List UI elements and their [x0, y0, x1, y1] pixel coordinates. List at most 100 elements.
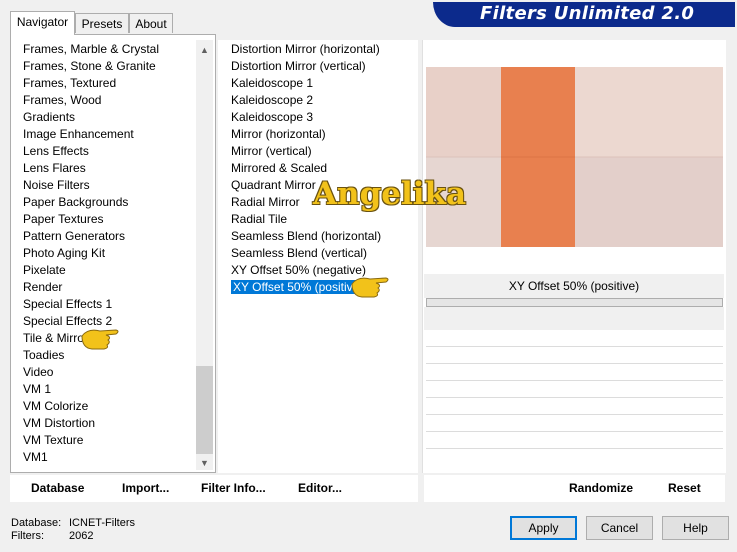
scroll-down-arrow-icon[interactable]: ▼: [196, 455, 213, 472]
list-item-label: Radial Tile: [231, 212, 288, 226]
list-item-label: Gradients: [23, 110, 76, 124]
list-item-label: Pixelate: [23, 263, 66, 277]
category-item[interactable]: VM Colorize: [23, 398, 193, 415]
pointing-hand-icon: [81, 329, 119, 350]
list-item-label: VM1: [23, 450, 48, 464]
category-item[interactable]: Frames, Wood: [23, 92, 193, 109]
list-item-label: Pattern Generators: [23, 229, 126, 243]
parameter-row: [424, 307, 724, 330]
divider: [426, 363, 723, 364]
list-item-label: Radial Mirror: [231, 195, 300, 209]
list-item-label: VM Distortion: [23, 416, 96, 430]
category-item[interactable]: Lens Flares: [23, 160, 193, 177]
preview-graphic: [426, 67, 723, 247]
list-item-label: Mirrored & Scaled: [231, 161, 328, 175]
list-item-label: VM Colorize: [23, 399, 89, 413]
category-item[interactable]: Frames, Textured: [23, 75, 193, 92]
category-item[interactable]: Video: [23, 364, 193, 381]
list-item-label: Video: [23, 365, 54, 379]
list-item-label: Seamless Blend (horizontal): [231, 229, 382, 243]
list-item-label: Image Enhancement: [23, 127, 134, 141]
list-item-label: XY Offset 50% (positive): [229, 279, 367, 295]
category-item[interactable]: VM1: [23, 449, 193, 466]
effect-item[interactable]: Kaleidoscope 1: [231, 75, 416, 92]
database-value: ICNET-Filters: [69, 517, 135, 529]
effect-item[interactable]: Mirror (vertical): [231, 143, 416, 160]
category-item[interactable]: Image Enhancement: [23, 126, 193, 143]
list-item-label: Toadies: [23, 348, 65, 362]
category-item[interactable]: VM 1: [23, 381, 193, 398]
category-item[interactable]: Frames, Stone & Granite: [23, 58, 193, 75]
list-item-label: Kaleidoscope 2: [231, 93, 314, 107]
category-item[interactable]: VM Texture: [23, 432, 193, 449]
list-item-label: Noise Filters: [23, 178, 90, 192]
effect-item[interactable]: Seamless Blend (vertical): [231, 245, 416, 262]
effect-item[interactable]: Mirror (horizontal): [231, 126, 416, 143]
import-button[interactable]: Import...: [122, 475, 169, 502]
tab-navigator[interactable]: Navigator: [10, 11, 75, 35]
list-item-label: Lens Flares: [23, 161, 86, 175]
list-item-label: XY Offset 50% (negative): [231, 263, 366, 277]
help-button[interactable]: Help: [662, 516, 729, 540]
category-item[interactable]: Lens Effects: [23, 143, 193, 160]
category-item[interactable]: Noise Filters: [23, 177, 193, 194]
apply-button[interactable]: Apply: [510, 516, 577, 540]
list-item-label: Mirror (vertical): [231, 144, 312, 158]
category-item[interactable]: Special Effects 1: [23, 296, 193, 313]
list-item-label: Frames, Marble & Crystal: [23, 42, 160, 56]
list-item-label: Kaleidoscope 3: [231, 110, 314, 124]
category-list[interactable]: Frames, Marble & Crystal Frames, Stone & …: [23, 41, 193, 466]
category-item[interactable]: Pattern Generators: [23, 228, 193, 245]
effect-item[interactable]: Distortion Mirror (horizontal): [231, 41, 416, 58]
pointing-hand-icon: [351, 277, 389, 298]
database-button[interactable]: Database: [31, 475, 84, 502]
filters-label: Filters:: [11, 530, 44, 542]
category-item[interactable]: VM Distortion: [23, 415, 193, 432]
list-item-label: Mirror (horizontal): [231, 127, 326, 141]
list-item-label: VM 1: [23, 382, 52, 396]
list-item-label: Frames, Wood: [23, 93, 102, 107]
tab-about[interactable]: About: [129, 13, 173, 33]
list-item-label: Paper Textures: [23, 212, 104, 226]
list-item-label: Render: [23, 280, 63, 294]
list-item-label: Seamless Blend (vertical): [231, 246, 368, 260]
category-item[interactable]: Pixelate: [23, 262, 193, 279]
list-item-label: Distortion Mirror (horizontal): [231, 42, 380, 56]
divider: [426, 431, 723, 432]
divider: [426, 448, 723, 449]
divider: [426, 380, 723, 381]
scrollbar-thumb[interactable]: [196, 366, 213, 454]
divider: [426, 346, 723, 347]
category-item[interactable]: Paper Backgrounds: [23, 194, 193, 211]
cancel-button[interactable]: Cancel: [586, 516, 653, 540]
divider: [426, 414, 723, 415]
window-title: Filters Unlimited 2.0: [480, 3, 695, 24]
tab-presets[interactable]: Presets: [75, 13, 129, 33]
randomize-button[interactable]: Randomize: [569, 475, 633, 502]
database-label: Database:: [11, 517, 62, 529]
filters-value: 2062: [69, 530, 94, 542]
editor-button[interactable]: Editor...: [298, 475, 342, 502]
effect-item[interactable]: Radial Tile: [231, 211, 416, 228]
list-item-label: VM Texture: [23, 433, 84, 447]
category-item[interactable]: Render: [23, 279, 193, 296]
category-item[interactable]: Frames, Marble & Crystal: [23, 41, 193, 58]
category-item[interactable]: Gradients: [23, 109, 193, 126]
effect-item[interactable]: Seamless Blend (horizontal): [231, 228, 416, 245]
divider: [426, 397, 723, 398]
effect-item[interactable]: Kaleidoscope 3: [231, 109, 416, 126]
list-item-label: Photo Aging Kit: [23, 246, 106, 260]
effect-item[interactable]: Distortion Mirror (vertical): [231, 58, 416, 75]
effect-item[interactable]: Mirrored & Scaled: [231, 160, 416, 177]
reset-button[interactable]: Reset: [668, 475, 701, 502]
effects-list[interactable]: Distortion Mirror (horizontal) Distortion…: [229, 41, 416, 296]
effect-item[interactable]: Kaleidoscope 2: [231, 92, 416, 109]
category-item[interactable]: Paper Textures: [23, 211, 193, 228]
scroll-up-arrow-icon[interactable]: ▲: [196, 42, 213, 59]
category-item[interactable]: Photo Aging Kit: [23, 245, 193, 262]
filter-info-button[interactable]: Filter Info...: [201, 475, 266, 502]
watermark-text: Angelika: [313, 176, 467, 212]
list-item-label: Special Effects 1: [23, 297, 113, 311]
parameter-slider[interactable]: [426, 298, 723, 307]
list-item-label: Lens Effects: [23, 144, 89, 158]
